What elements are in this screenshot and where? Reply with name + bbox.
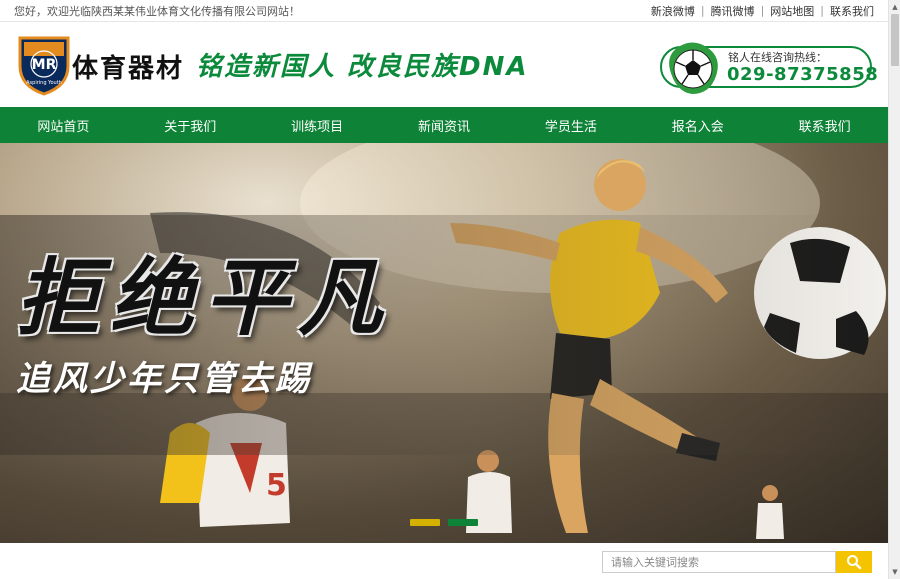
slogan: 铭造新国人 改良民族DNA bbox=[196, 52, 529, 82]
nav-item-about[interactable]: 关于我们 bbox=[127, 107, 254, 143]
search-icon bbox=[847, 555, 862, 570]
welcome-text: 您好，欢迎光临陕西某某伟业体育文化传播有限公司网站！ bbox=[14, 4, 300, 18]
hero-banner[interactable]: 5 拒绝平凡 追风少年只管去踢 bbox=[0, 143, 888, 543]
divider: | bbox=[820, 4, 824, 17]
slider-dot-1[interactable] bbox=[410, 519, 440, 526]
page: 您好，欢迎光临陕西某某伟业体育文化传播有限公司网站！ 新浪微博 | 腾讯微博 |… bbox=[0, 0, 888, 579]
slider-dot-2[interactable] bbox=[448, 519, 478, 526]
nav-item-student-life[interactable]: 学员生活 bbox=[507, 107, 634, 143]
vertical-scrollbar[interactable]: ▲ ▼ bbox=[888, 0, 900, 579]
slider-dots bbox=[410, 519, 478, 526]
svg-text:5: 5 bbox=[266, 468, 287, 503]
banner-title: 拒绝平凡 bbox=[16, 249, 393, 347]
scroll-down-arrow-icon[interactable]: ▼ bbox=[889, 565, 900, 579]
main-nav: 网站首页 关于我们 训练项目 新闻资讯 学员生活 报名入会 联系我们 bbox=[0, 107, 888, 143]
top-bar: 您好，欢迎光临陕西某某伟业体育文化传播有限公司网站！ 新浪微博 | 腾讯微博 |… bbox=[0, 0, 888, 22]
scroll-thumb[interactable] bbox=[891, 14, 899, 66]
logo-text: MR bbox=[32, 57, 57, 73]
brand-name: 体育器材 bbox=[72, 54, 185, 84]
top-links: 新浪微博 | 腾讯微博 | 网站地图 | 联系我们 bbox=[651, 3, 874, 19]
nav-item-home[interactable]: 网站首页 bbox=[0, 107, 127, 143]
divider: | bbox=[760, 4, 765, 17]
banner-subtitle: 追风少年只管去踢 bbox=[16, 359, 312, 399]
top-link-sitemap[interactable]: 网站地图 bbox=[770, 3, 814, 19]
soccer-ball-icon bbox=[669, 42, 718, 94]
top-link-sina-weibo[interactable]: 新浪微博 bbox=[651, 3, 695, 19]
divider: | bbox=[700, 4, 705, 17]
search-bar bbox=[0, 543, 888, 579]
top-link-tencent-weibo[interactable]: 腾讯微博 bbox=[711, 3, 755, 19]
nav-item-training[interactable]: 训练项目 bbox=[254, 107, 381, 143]
top-link-contact[interactable]: 联系我们 bbox=[830, 3, 874, 19]
logo[interactable]: MR Aspiring Youth bbox=[16, 34, 72, 96]
search-button[interactable] bbox=[836, 551, 872, 573]
logo-subtext: Aspiring Youth bbox=[26, 80, 62, 86]
scroll-up-arrow-icon[interactable]: ▲ bbox=[889, 0, 900, 14]
hotline-label: 铭人在线咨询热线： bbox=[728, 51, 827, 64]
site-header: MR Aspiring Youth 体育器材 铭造新国人 改良民族DNA 铭人在… bbox=[0, 22, 888, 107]
hotline-number[interactable]: 029-87375858 bbox=[727, 64, 878, 85]
nav-item-contact[interactable]: 联系我们 bbox=[761, 107, 888, 143]
nav-item-register[interactable]: 报名入会 bbox=[634, 107, 761, 143]
nav-item-news[interactable]: 新闻资讯 bbox=[381, 107, 508, 143]
search-input[interactable] bbox=[602, 551, 836, 573]
